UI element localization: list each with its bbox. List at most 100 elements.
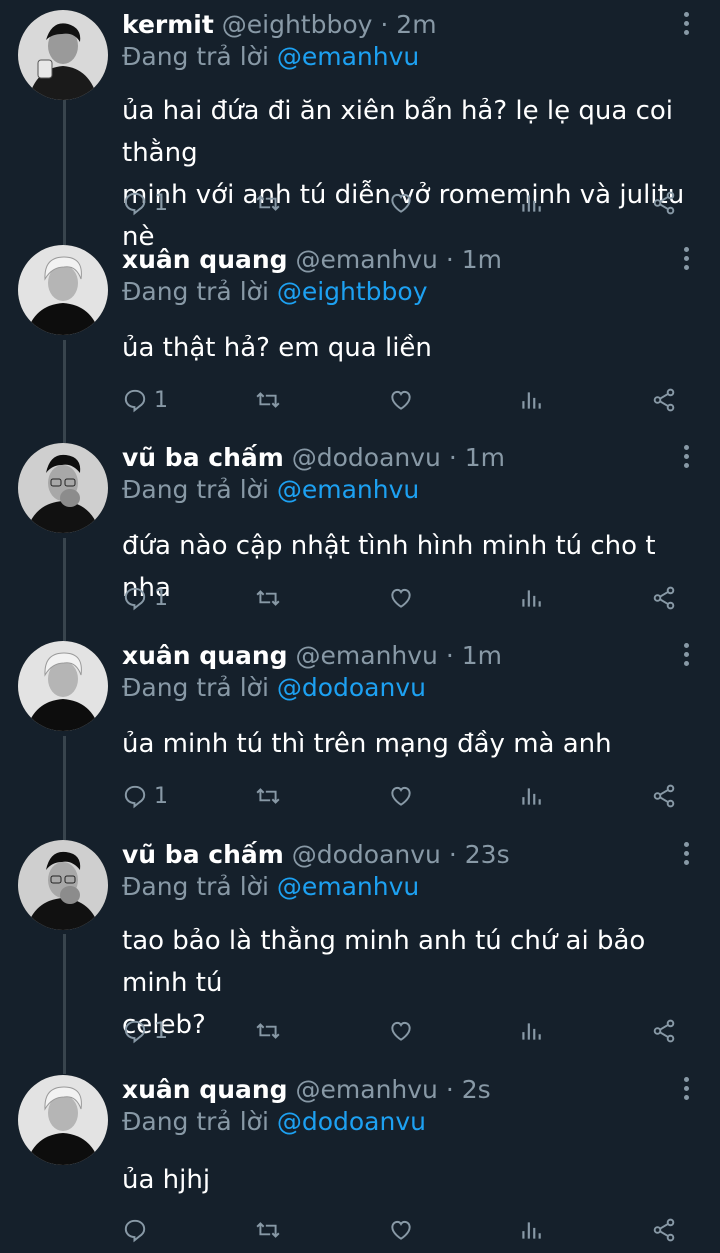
analytics-button[interactable]	[518, 581, 544, 615]
reply-button[interactable]: 1	[122, 779, 168, 813]
user-handle[interactable]: @dodoanvu	[292, 840, 441, 869]
avatar[interactable]	[18, 840, 108, 930]
separator: ·	[445, 245, 454, 274]
share-button[interactable]	[650, 1014, 678, 1048]
like-icon	[391, 193, 411, 213]
analytics-button[interactable]	[518, 186, 544, 220]
more-vertical-icon[interactable]	[680, 1077, 692, 1103]
tweet[interactable]: xuân quang @emanhvu · 2s Đang trả lời @d…	[0, 1075, 720, 1250]
analytics-button[interactable]	[518, 779, 544, 813]
reply-prefix: Đang trả lời	[122, 42, 269, 71]
display-name[interactable]: kermit	[122, 10, 214, 39]
timestamp[interactable]: 2s	[462, 1075, 491, 1104]
tweet-actions: 1	[122, 1014, 682, 1048]
reply-button[interactable]: 1	[122, 581, 168, 615]
tweet[interactable]: vũ ba chấm @dodoanvu · 23s Đang trả lời …	[0, 840, 720, 1055]
more-vertical-icon[interactable]	[680, 643, 692, 669]
like-icon	[391, 786, 411, 806]
retweet-button[interactable]	[254, 779, 282, 813]
retweet-icon	[256, 195, 280, 211]
share-button[interactable]	[650, 1213, 678, 1247]
reply-icon	[124, 389, 146, 413]
reply-mention[interactable]: @dodoanvu	[277, 1107, 426, 1136]
reply-mention[interactable]: @emanhvu	[277, 42, 419, 71]
reply-mention[interactable]: @eightbboy	[277, 277, 428, 306]
display-name[interactable]: vũ ba chấm	[122, 443, 284, 472]
reply-mention[interactable]: @dodoanvu	[277, 673, 426, 702]
reply-icon	[124, 192, 146, 216]
reply-mention[interactable]: @emanhvu	[277, 872, 419, 901]
tweet-text: ủa hai đứa đi ăn xiên bẩn hả? lẹ lẹ qua …	[122, 90, 702, 258]
reply-icon	[124, 1020, 146, 1044]
reply-prefix: Đang trả lời	[122, 872, 269, 901]
tweet-text: ủa hjhj	[122, 1159, 702, 1201]
avatar[interactable]	[18, 641, 108, 731]
retweet-button[interactable]	[254, 581, 282, 615]
display-name[interactable]: xuân quang	[122, 641, 288, 670]
display-name[interactable]: vũ ba chấm	[122, 840, 284, 869]
avatar[interactable]	[18, 10, 108, 100]
user-handle[interactable]: @emanhvu	[296, 245, 438, 274]
reply-count: 1	[154, 1018, 168, 1044]
retweet-button[interactable]	[254, 1014, 282, 1048]
separator: ·	[445, 1075, 454, 1104]
reply-button[interactable]: 1	[122, 186, 168, 220]
more-vertical-icon[interactable]	[680, 842, 692, 868]
like-icon	[391, 588, 411, 608]
display-name[interactable]: xuân quang	[122, 1075, 288, 1104]
tweet[interactable]: xuân quang @emanhvu · 1m Đang trả lời @e…	[0, 245, 720, 425]
timestamp[interactable]: 1m	[462, 641, 502, 670]
avatar[interactable]	[18, 1075, 108, 1165]
tweet-text-line: ủa minh tú thì trên mạng đầy mà anh	[122, 729, 612, 759]
analytics-button[interactable]	[518, 1014, 544, 1048]
separator: ·	[445, 641, 454, 670]
like-button[interactable]	[387, 779, 415, 813]
like-button[interactable]	[387, 1014, 415, 1048]
tweet[interactable]: kermit @eightbboy · 2m Đang trả lời @ema…	[0, 10, 720, 252]
share-button[interactable]	[650, 186, 678, 220]
user-handle[interactable]: @eightbboy	[222, 10, 373, 39]
avatar[interactable]	[18, 245, 108, 335]
reply-button[interactable]: 1	[122, 1014, 168, 1048]
user-handle[interactable]: @emanhvu	[296, 641, 438, 670]
separator: ·	[448, 840, 457, 869]
share-button[interactable]	[650, 383, 678, 417]
separator: ·	[448, 443, 457, 472]
user-handle[interactable]: @emanhvu	[296, 1075, 438, 1104]
analytics-icon	[522, 590, 541, 607]
more-vertical-icon[interactable]	[680, 247, 692, 273]
reply-button[interactable]: 1	[122, 383, 168, 417]
share-button[interactable]	[650, 779, 678, 813]
tweet-actions: 1	[122, 581, 682, 615]
like-button[interactable]	[387, 1213, 415, 1247]
reply-button[interactable]	[122, 1213, 154, 1247]
separator: ·	[380, 10, 389, 39]
timestamp[interactable]: 23s	[465, 840, 510, 869]
like-button[interactable]	[387, 383, 415, 417]
timestamp[interactable]: 1m	[465, 443, 505, 472]
reply-mention[interactable]: @emanhvu	[277, 475, 419, 504]
reply-context: Đang trả lời @emanhvu	[122, 475, 419, 505]
share-icon	[653, 1218, 675, 1242]
display-name[interactable]: xuân quang	[122, 245, 288, 274]
retweet-button[interactable]	[254, 383, 282, 417]
timestamp[interactable]: 1m	[462, 245, 502, 274]
like-button[interactable]	[387, 581, 415, 615]
analytics-button[interactable]	[518, 1213, 544, 1247]
share-icon	[653, 586, 675, 610]
like-icon	[391, 1220, 411, 1240]
user-handle[interactable]: @dodoanvu	[292, 443, 441, 472]
reply-count: 1	[154, 783, 168, 809]
avatar[interactable]	[18, 443, 108, 533]
like-button[interactable]	[387, 186, 415, 220]
retweet-button[interactable]	[254, 1213, 282, 1247]
tweet[interactable]: vũ ba chấm @dodoanvu · 1m Đang trả lời @…	[0, 443, 720, 623]
tweet[interactable]: xuân quang @emanhvu · 1m Đang trả lời @d…	[0, 641, 720, 821]
more-vertical-icon[interactable]	[680, 445, 692, 471]
share-button[interactable]	[650, 581, 678, 615]
share-icon	[653, 1019, 675, 1043]
more-vertical-icon[interactable]	[680, 12, 692, 38]
analytics-button[interactable]	[518, 383, 544, 417]
retweet-button[interactable]	[254, 186, 282, 220]
timestamp[interactable]: 2m	[396, 10, 436, 39]
